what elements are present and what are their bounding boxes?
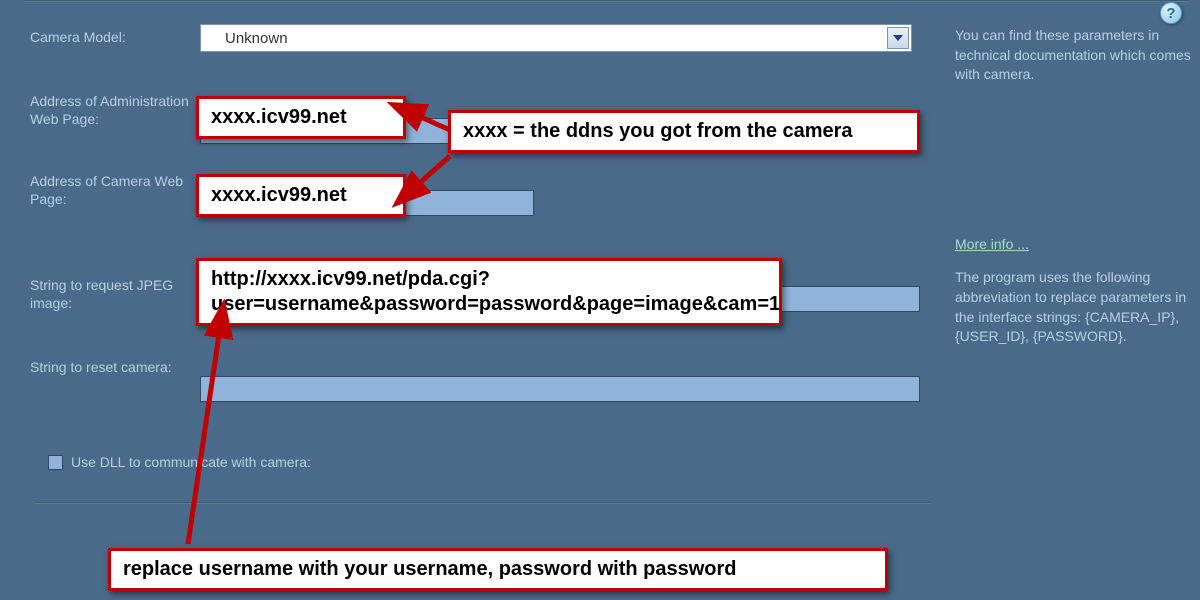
label-admin-address: Address of Administration Web Page:: [30, 92, 195, 128]
use-dll-checkbox[interactable]: [48, 455, 63, 470]
label-reset-string: String to reset camera:: [30, 358, 195, 376]
callout-admin-address: xxxx.icv99.net: [196, 96, 406, 139]
reset-string-input[interactable]: [200, 376, 920, 402]
label-camera-model: Camera Model:: [30, 28, 195, 46]
camera-model-value: Unknown: [225, 30, 288, 47]
arrow-icon: [406, 100, 466, 140]
label-jpeg-request: String to request JPEG image:: [30, 276, 195, 312]
callout-ddns-note: xxxx = the ddns you got from the camera: [448, 110, 920, 153]
arrow-icon: [178, 320, 238, 550]
callout-camera-address-text: xxxx.icv99.net: [211, 184, 347, 206]
camera-model-select[interactable]: Unknown: [200, 24, 912, 52]
side-help-area: You can find these parameters in technic…: [955, 0, 1195, 347]
panel-section-divider: [34, 502, 930, 504]
side-tip-parameters: You can find these parameters in technic…: [955, 26, 1195, 85]
callout-jpeg-url: http://xxxx.icv99.net/pda.cgi?user=usern…: [196, 258, 782, 326]
side-tip-abbreviation: The program uses the following abbreviat…: [955, 268, 1195, 346]
callout-camera-address: xxxx.icv99.net: [196, 174, 406, 217]
more-info-link[interactable]: More info ...: [955, 236, 1029, 252]
chevron-down-icon[interactable]: [887, 27, 909, 49]
callout-replace-note: replace username with your username, pas…: [108, 548, 888, 591]
callout-admin-address-text: xxxx.icv99.net: [211, 106, 347, 128]
settings-panel: ? Camera Model: Unknown Address of Admin…: [10, 0, 1190, 600]
callout-ddns-note-text: xxxx = the ddns you got from the camera: [463, 120, 853, 142]
arrow-icon: [406, 150, 466, 200]
callout-replace-note-text: replace username with your username, pas…: [123, 558, 737, 580]
callout-jpeg-url-text: http://xxxx.icv99.net/pda.cgi?user=usern…: [211, 268, 780, 315]
label-camera-address: Address of Camera Web Page:: [30, 172, 195, 208]
